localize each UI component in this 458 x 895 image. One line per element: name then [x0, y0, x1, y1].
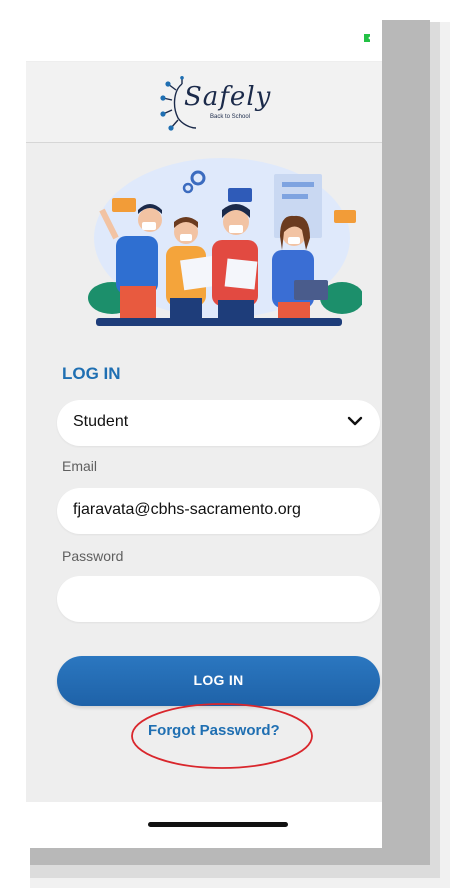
bottom-bar — [26, 802, 382, 848]
logo-wordmark: Safely — [184, 82, 272, 112]
email-value: fjaravata@cbhs-sacramento.org — [73, 501, 301, 518]
logo-subtitle: Back to School — [210, 114, 251, 120]
forgot-password-link[interactable]: Forgot Password? — [148, 722, 280, 739]
role-select[interactable]: Student — [57, 400, 380, 446]
email-field[interactable]: fjaravata@cbhs-sacramento.org — [57, 488, 380, 534]
app-logo: Safely Back to School — [160, 76, 280, 132]
password-label: Password — [62, 548, 124, 564]
login-heading: LOG IN — [62, 364, 121, 383]
role-select-value: Student — [73, 413, 129, 430]
status-bar — [26, 16, 382, 61]
phone-screen: Safely Back to School LOG IN Student Ema… — [26, 16, 382, 848]
home-indicator[interactable] — [148, 822, 288, 827]
battery-icon — [364, 34, 370, 42]
login-button-label: LOG IN — [193, 672, 244, 688]
login-button[interactable]: LOG IN — [57, 656, 380, 706]
app-header: Safely Back to School — [26, 62, 382, 143]
password-field[interactable] — [57, 576, 380, 622]
email-label: Email — [62, 458, 98, 474]
chevron-down-icon — [347, 416, 363, 426]
students-illustration — [88, 158, 362, 326]
